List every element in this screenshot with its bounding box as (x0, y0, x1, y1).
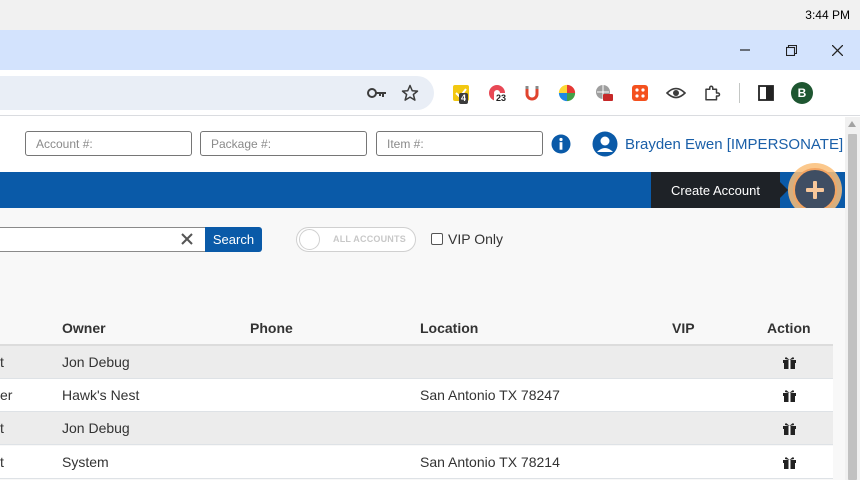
restore-window-icon[interactable] (781, 40, 801, 60)
all-accounts-toggle[interactable]: ALL ACCOUNTS (296, 227, 416, 252)
toggle-knob (299, 229, 320, 250)
profile-avatar[interactable]: B (791, 82, 813, 104)
info-icon[interactable] (551, 134, 571, 154)
extension-globe-icon[interactable] (593, 82, 615, 104)
vip-only-label[interactable]: VIP Only (448, 231, 503, 247)
bookmark-star-icon[interactable] (399, 82, 421, 104)
scrollbar-thumb[interactable] (848, 134, 857, 480)
column-header-owner[interactable]: Owner (62, 320, 106, 336)
column-header-phone[interactable]: Phone (250, 320, 293, 336)
clear-search-icon[interactable] (180, 232, 194, 246)
owner-cell: System (62, 454, 109, 470)
item-number-input[interactable] (376, 131, 543, 156)
extension-notes-icon[interactable]: 4 (450, 82, 472, 104)
page-scrollbar[interactable] (845, 117, 860, 480)
close-window-icon[interactable] (827, 40, 847, 60)
gift-icon[interactable] (782, 421, 797, 436)
system-clock: 3:44 PM (805, 8, 850, 22)
account-name-cell: er (0, 387, 13, 403)
minimize-window-icon[interactable] (735, 40, 755, 60)
browser-toolbar: 4 23 (0, 70, 860, 116)
location-cell: San Antonio TX 78214 (420, 454, 560, 470)
scroll-up-arrow-icon[interactable] (848, 121, 856, 127)
owner-cell: Hawk's Nest (62, 387, 140, 403)
location-cell: San Antonio TX 78247 (420, 387, 560, 403)
extension-eye-icon[interactable] (665, 82, 687, 104)
account-name-cell: t (0, 354, 4, 370)
tooltip-arrow (780, 182, 788, 198)
table-row[interactable]: t System San Antonio TX 78214 (0, 446, 833, 479)
vip-only-checkbox[interactable] (431, 233, 443, 245)
all-accounts-label: ALL ACCOUNTS (333, 234, 406, 244)
toolbar-divider (739, 83, 740, 103)
owner-cell: Jon Debug (62, 354, 130, 370)
table-row[interactable]: er Hawk's Nest San Antonio TX 78247 (0, 379, 833, 412)
user-avatar-icon[interactable] (592, 131, 618, 157)
search-button[interactable]: Search (205, 227, 262, 252)
package-number-input[interactable] (200, 131, 367, 156)
column-header-location[interactable]: Location (420, 320, 478, 336)
table-row[interactable]: t Jon Debug (0, 412, 833, 445)
search-input[interactable] (0, 227, 206, 252)
plus-icon (806, 181, 824, 199)
gift-icon[interactable] (782, 455, 797, 470)
create-account-tooltip: Create Account (651, 172, 780, 208)
create-account-button[interactable] (793, 168, 837, 212)
password-key-icon[interactable] (366, 82, 388, 104)
gift-icon[interactable] (782, 388, 797, 403)
table-row[interactable]: t Jon Debug (0, 346, 833, 379)
browser-title-bar (0, 30, 860, 70)
extension-pocket-icon[interactable]: 23 (486, 82, 509, 104)
account-number-input[interactable] (25, 131, 192, 156)
extension-grid-icon[interactable] (629, 82, 651, 104)
column-header-action: Action (767, 320, 811, 336)
os-status-bar: 3:44 PM (0, 0, 860, 30)
extension-magnet-icon[interactable] (521, 82, 543, 104)
extension-badge: 23 (494, 93, 509, 104)
extensions-puzzle-icon[interactable] (701, 82, 723, 104)
side-panel-icon[interactable] (755, 82, 777, 104)
account-name-cell: t (0, 420, 4, 436)
extension-badge: 4 (459, 93, 469, 104)
extension-color-wheel-icon[interactable] (556, 82, 578, 104)
gift-icon[interactable] (782, 355, 797, 370)
column-header-vip[interactable]: VIP (672, 320, 695, 336)
user-name-link[interactable]: Brayden Ewen [IMPERSONATE] (625, 136, 843, 153)
account-name-cell: t (0, 454, 4, 470)
owner-cell: Jon Debug (62, 420, 130, 436)
